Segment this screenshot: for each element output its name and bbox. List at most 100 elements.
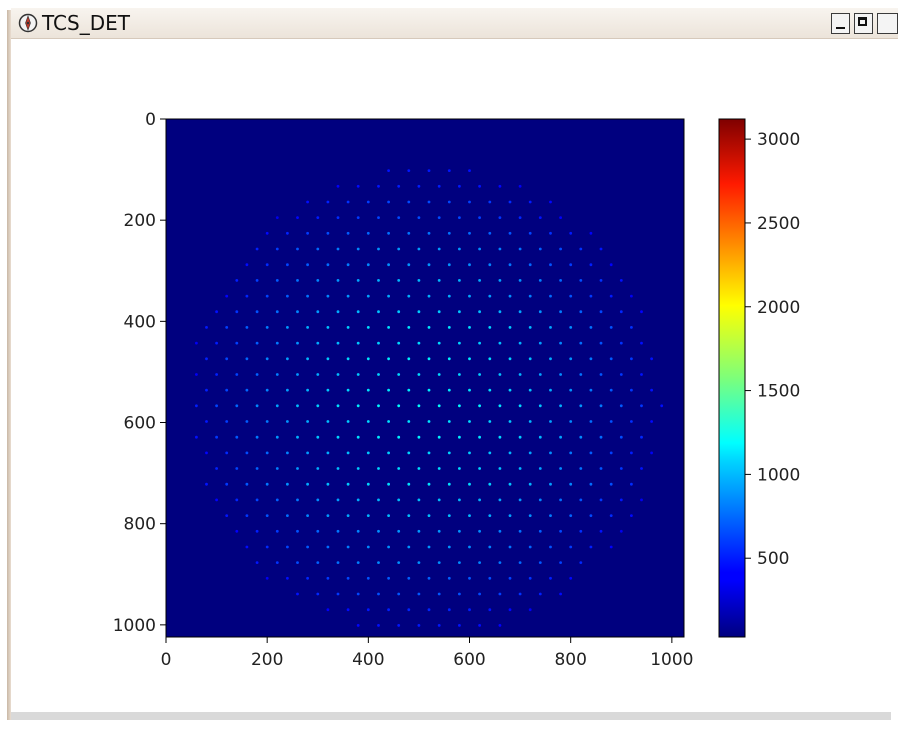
spot-mark [326,514,330,517]
spot-mark [306,263,309,267]
spot-mark [377,247,380,251]
spot-mark [518,498,522,502]
spot-mark [528,451,532,455]
spot-mark [447,482,451,486]
spot-mark [255,467,259,470]
spot-mark [356,279,360,282]
spot-mark [346,200,350,204]
spot-mark [478,435,481,439]
spot-mark [356,341,360,345]
spot-mark [498,247,502,251]
y-tick-label: 800 [124,515,156,535]
spot-mark [508,231,512,235]
spot-mark [366,420,370,423]
spot-mark [447,200,451,204]
spot-mark [518,310,522,314]
spot-mark [377,435,380,439]
spot-mark [518,561,522,564]
spot-mark [255,341,259,345]
spot-mark [599,435,603,439]
spot-mark [549,294,552,298]
spot-mark [366,608,370,612]
spot-mark [538,529,542,533]
spot-mark [589,294,593,298]
spot-mark [478,561,481,564]
window-titlebar[interactable]: TCS_DET [11,8,898,39]
minimize-button[interactable] [831,13,850,34]
spot-mark [437,561,441,564]
spot-mark [275,247,279,251]
spot-mark [316,341,320,345]
spot-mark [589,420,593,423]
spot-mark [528,388,532,392]
spot-mark [387,545,390,549]
spot-mark [336,247,340,251]
close-button[interactable] [877,13,898,34]
spot-mark [245,451,249,455]
spot-mark [427,451,431,455]
spot-mark [630,357,633,361]
spot-mark [377,561,380,564]
spot-mark [559,404,562,408]
spot-mark [286,420,289,423]
spot-mark [468,482,471,486]
spot-mark [538,310,542,314]
spot-mark [427,326,431,329]
spot-mark [296,279,299,282]
spot-mark [579,341,583,345]
spot-mark [549,326,552,329]
spot-mark [518,404,522,408]
spot-mark [488,326,492,329]
spot-mark [508,420,512,423]
spot-mark [356,216,360,220]
spot-mark [336,498,340,502]
spot-mark [458,341,461,345]
spot-mark [205,482,208,486]
maximize-button[interactable] [854,13,873,34]
spot-mark [468,420,471,423]
spot-mark [569,294,573,298]
y-tick-label: 400 [124,312,156,332]
spot-mark [407,482,411,486]
spot-mark [478,624,481,627]
spot-mark [336,341,340,345]
spot-mark [478,310,481,314]
spot-mark [559,529,562,533]
spot-mark [528,545,532,549]
spot-mark [265,294,269,298]
spot-mark [397,216,401,220]
y-tick-label: 0 [145,110,156,130]
spot-mark [559,279,562,282]
spot-mark [437,498,441,502]
spot-mark [417,184,421,188]
spot-mark [508,482,512,486]
spot-mark [356,404,360,408]
spot-mark [286,326,289,329]
spot-mark [458,310,461,314]
spot-mark [346,357,350,361]
spot-mark [417,529,421,533]
spot-mark [538,561,542,564]
spot-mark [346,608,350,612]
spot-mark [245,294,249,298]
spot-mark [619,529,623,533]
spot-mark [630,326,633,329]
spot-mark [387,451,390,455]
spot-mark [205,357,208,361]
spot-mark [650,388,653,392]
spot-mark [468,294,471,298]
spot-mark [245,420,249,423]
spot-mark [255,279,259,282]
spot-mark [619,373,623,376]
spot-mark [538,467,542,470]
spot-mark [579,467,583,470]
spot-mark [397,592,401,596]
spot-mark [458,404,461,408]
spot-mark [275,310,279,314]
spot-mark [245,388,249,392]
spot-mark [407,263,411,267]
spot-mark [427,200,431,204]
spot-mark [225,420,229,423]
spot-mark [366,388,370,392]
spot-mark [498,279,502,282]
